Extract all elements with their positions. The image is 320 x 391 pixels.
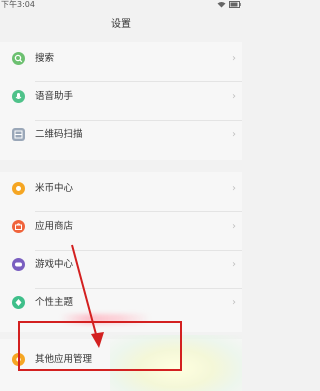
settings-item-label: 二维码扫描 xyxy=(35,129,83,140)
settings-item-qr-scan[interactable]: 二维码扫描 › xyxy=(0,120,242,150)
settings-item-label: 语音助手 xyxy=(35,91,74,102)
settings-item-search[interactable]: 搜索 › xyxy=(0,44,242,74)
highlight-box xyxy=(18,321,182,371)
qr-scan-icon xyxy=(12,128,25,141)
settings-item-mi-coin[interactable]: 米币中心 › xyxy=(0,174,242,204)
chevron-right-icon: › xyxy=(232,183,236,194)
page-title: 设置 xyxy=(111,19,131,30)
theme-icon xyxy=(12,296,25,309)
chevron-right-icon: › xyxy=(232,129,236,140)
chevron-right-icon: › xyxy=(232,53,236,64)
mi-coin-icon xyxy=(12,182,25,195)
chevron-right-icon: › xyxy=(232,297,236,308)
wifi-icon xyxy=(217,1,226,8)
settings-group-1: 搜索 › 语音助手 › 二维码扫描 › xyxy=(0,42,242,160)
settings-item-voice-assistant[interactable]: 语音助手 › xyxy=(0,82,242,112)
game-center-icon xyxy=(12,258,25,271)
settings-item-label: 搜索 xyxy=(35,53,55,64)
chevron-right-icon: › xyxy=(232,221,236,232)
app-store-icon xyxy=(12,220,25,233)
settings-item-app-store[interactable]: 应用商店 › xyxy=(0,212,242,242)
settings-group-2: 米币中心 › 应用商店 › 游戏中心 › 个性主题 › xyxy=(0,172,242,332)
status-time: 下午3:04 xyxy=(1,0,35,9)
settings-item-label: 应用商店 xyxy=(35,221,74,232)
status-bar: 下午3:04 xyxy=(0,0,242,10)
status-icons xyxy=(217,1,241,8)
settings-item-label: 游戏中心 xyxy=(35,259,74,270)
settings-item-game-center[interactable]: 游戏中心 › xyxy=(0,250,242,280)
voice-assistant-icon xyxy=(12,90,25,103)
search-icon xyxy=(12,52,25,65)
chevron-right-icon: › xyxy=(232,259,236,270)
settings-item-label: 米币中心 xyxy=(35,183,74,194)
settings-screen: 下午3:04 设置 搜索 › 语音助手 › 二维码扫描 › 米币中心 › 应用商… xyxy=(0,0,242,391)
chevron-right-icon: › xyxy=(232,91,236,102)
battery-icon xyxy=(229,1,241,8)
